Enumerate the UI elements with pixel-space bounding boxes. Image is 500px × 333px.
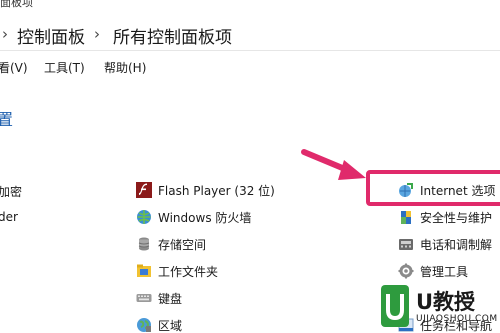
item-label: 键盘: [158, 292, 183, 306]
window-title: 面板项: [0, 0, 33, 9]
watermark-url: UJIAOSHOU.COM: [416, 314, 498, 324]
item-phone-modem[interactable]: 电话和调制解: [398, 234, 500, 254]
item-label: 区域: [158, 319, 183, 333]
breadcrumb-all-items[interactable]: 所有控制面板项: [113, 23, 232, 48]
item-admin-tools[interactable]: 管理工具: [398, 261, 500, 281]
item-label-cut[interactable]: der: [0, 210, 18, 224]
item-label: 安全性与维护: [420, 211, 493, 225]
item-label: Windows 防火墙: [158, 211, 252, 225]
item-security-maintenance[interactable]: 安全性与维护: [398, 207, 500, 227]
breadcrumb-separator-icon: ›: [2, 25, 8, 43]
flash-icon: [136, 182, 152, 198]
watermark-logo-icon: [381, 285, 409, 327]
item-region[interactable]: 区域: [136, 315, 306, 333]
storage-icon: [138, 237, 150, 251]
item-label: 存储空间: [158, 238, 207, 252]
item-label-cut[interactable]: 加密: [0, 183, 22, 200]
keyboard-icon: [136, 294, 152, 302]
item-work-folders[interactable]: 工作文件夹: [136, 261, 306, 281]
address-bar[interactable]: › 控制面板 › 所有控制面板项: [0, 16, 500, 51]
item-windows-firewall[interactable]: Windows 防火墙: [136, 207, 306, 227]
item-label: 管理工具: [420, 265, 469, 279]
phone-modem-icon: [399, 239, 413, 250]
item-flash-player[interactable]: Flash Player (32 位): [136, 180, 306, 200]
region-icon: [137, 318, 151, 332]
item-label: 工作文件夹: [158, 265, 219, 279]
firewall-icon: [137, 210, 151, 224]
menu-help[interactable]: 帮助(H): [104, 59, 146, 76]
menu-tools[interactable]: 工具(T): [44, 59, 85, 76]
item-keyboard[interactable]: 键盘: [136, 288, 306, 308]
section-title: 置: [0, 110, 14, 129]
watermark-title: U教授: [416, 290, 476, 314]
breadcrumb-separator-icon: ›: [94, 25, 100, 43]
control-panel-window: 面板项 › 控制面板 › 所有控制面板项 看(V) 工具(T) 帮助(H) 置 …: [0, 0, 500, 333]
menu-view[interactable]: 看(V): [0, 59, 28, 76]
internet-options-highlight: [366, 170, 500, 206]
item-label: 电话和调制解: [420, 238, 493, 252]
admin-tools-icon: [398, 263, 414, 279]
watermark: U教授 UJIAOSHOU.COM: [376, 284, 500, 333]
work-folders-icon: [137, 264, 151, 277]
breadcrumb-control-panel[interactable]: 控制面板: [17, 23, 85, 48]
security-maintenance-icon: [401, 211, 411, 224]
item-storage-spaces[interactable]: 存储空间: [136, 234, 306, 254]
item-label: Flash Player (32 位): [158, 184, 275, 198]
